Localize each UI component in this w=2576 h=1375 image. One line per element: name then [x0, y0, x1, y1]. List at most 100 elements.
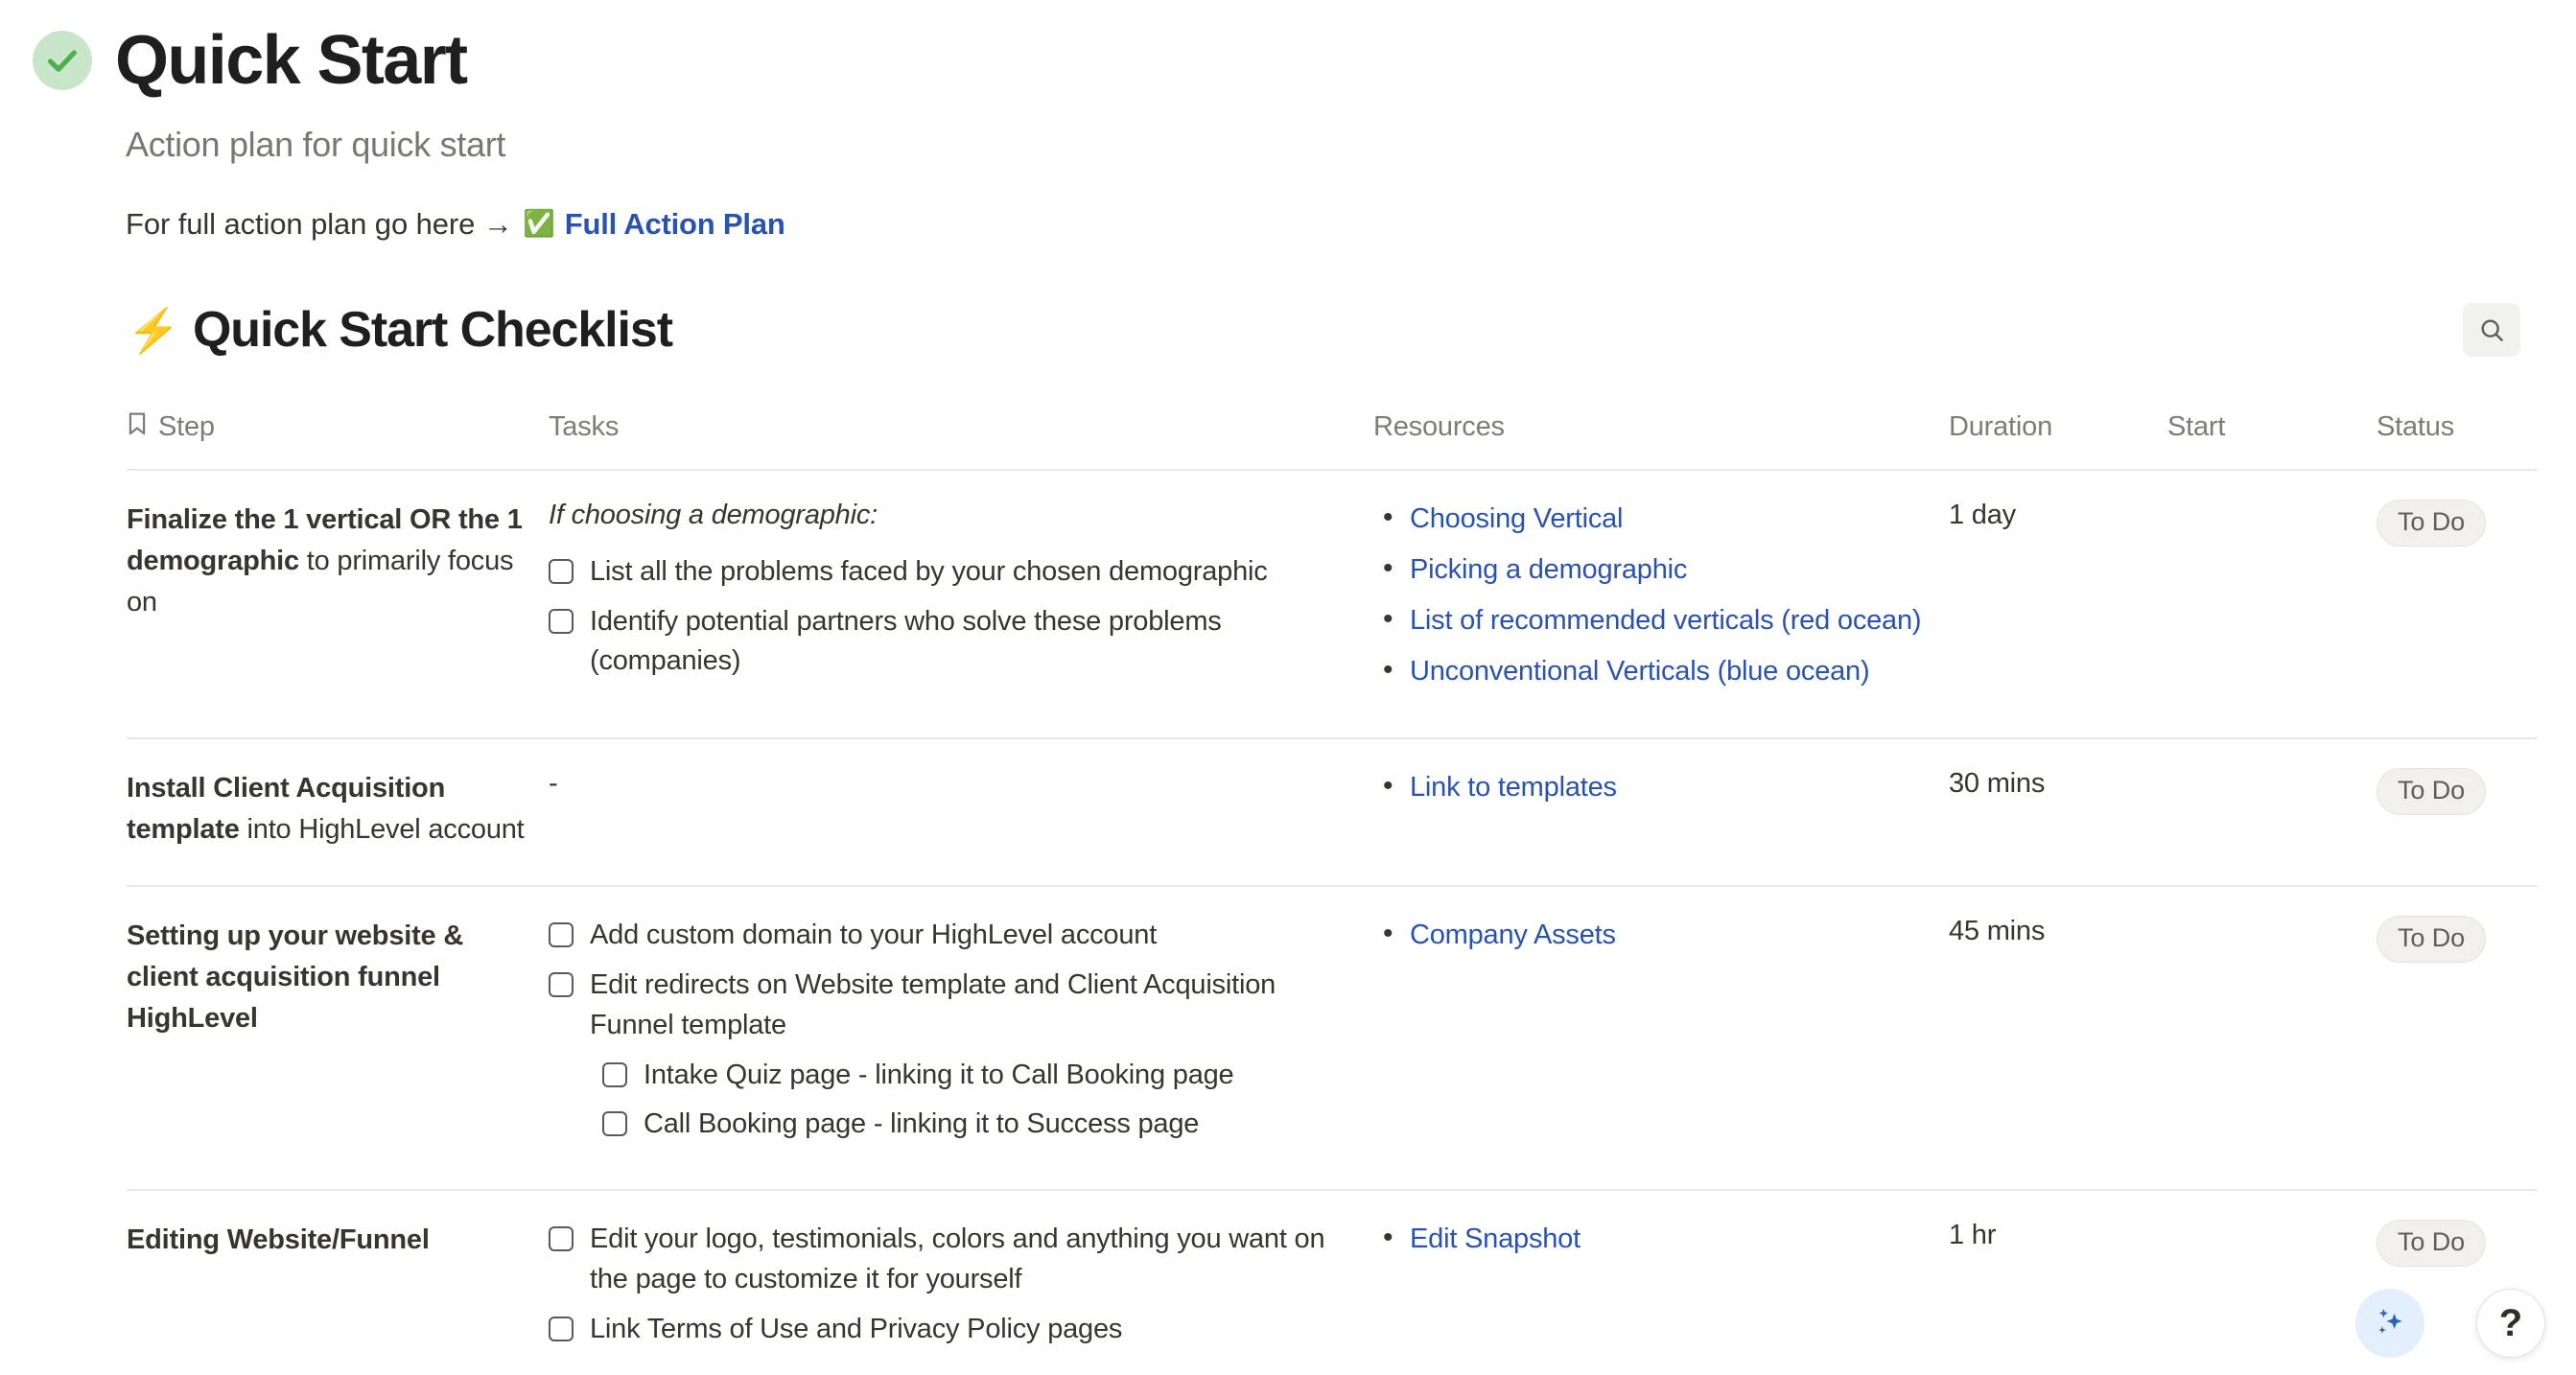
column-header-duration[interactable]: Duration — [1949, 398, 2167, 468]
task-item[interactable]: Add custom domain to your HighLevel acco… — [549, 916, 1354, 956]
task-item-sub[interactable]: Call Booking page - linking it to Succes… — [602, 1105, 1354, 1145]
resource-link[interactable]: Unconventional Verticals (blue ocean) — [1410, 656, 1870, 687]
page-title: Quick Start — [115, 22, 468, 99]
column-header-resources[interactable]: Resources — [1373, 398, 1949, 468]
cell-resources: Choosing Vertical Picking a demographic … — [1373, 471, 1949, 738]
cell-start — [2167, 887, 2377, 950]
resource-link[interactable]: Edit Snapshot — [1410, 1224, 1581, 1254]
page-header: Quick Start — [0, 0, 2576, 98]
column-header-start[interactable]: Start — [2167, 398, 2377, 468]
status-badge[interactable]: To Do — [2377, 499, 2487, 547]
cell-tasks: - — [549, 739, 1373, 834]
cell-step: Finalize the 1 vertical OR the 1 demogra… — [127, 471, 549, 658]
resource-link[interactable]: List of recommended verticals (red ocean… — [1410, 605, 1922, 636]
cell-status: To Do — [2377, 471, 2538, 581]
checkbox-unchecked-icon[interactable] — [549, 558, 574, 584]
cell-step: Setting up your website & client acquisi… — [127, 887, 549, 1074]
cell-status: To Do — [2377, 739, 2538, 850]
resource-link[interactable]: Choosing Vertical — [1410, 503, 1623, 534]
cell-start — [2167, 1191, 2377, 1254]
task-label: Call Booking page - linking it to Succes… — [644, 1108, 1200, 1140]
cell-resources: Edit Snapshot — [1373, 1191, 1949, 1305]
task-item[interactable]: Link Terms of Use and Privacy Policy pag… — [549, 1310, 1354, 1350]
cell-duration: 45 mins — [1949, 887, 2167, 982]
table-row[interactable]: Setting up your website & client acquisi… — [127, 887, 2538, 1192]
cell-start — [2167, 739, 2377, 803]
cell-tasks: Edit your logo, testimonials, colors and… — [549, 1191, 1373, 1375]
step-bold-text: Editing Website/Funnel — [127, 1224, 430, 1256]
resource-link[interactable]: Company Assets — [1410, 920, 1616, 950]
checkbox-unchecked-icon[interactable] — [549, 1316, 574, 1341]
list-item: Choosing Vertical — [1373, 498, 1930, 539]
task-item[interactable]: Identify potential partners who solve th… — [549, 602, 1354, 683]
cell-resources: Company Assets — [1373, 887, 1949, 1001]
status-badge[interactable]: To Do — [2377, 916, 2487, 964]
list-item: Link to templates — [1373, 766, 1930, 807]
step-bold-text: Setting up your website & client acquisi… — [127, 921, 464, 1035]
task-label: Edit redirects on Website template and C… — [590, 969, 1276, 1040]
column-header-status[interactable]: Status — [2377, 398, 2538, 468]
task-item[interactable]: List all the problems faced by your chos… — [549, 552, 1354, 593]
cell-duration: 30 mins — [1949, 739, 2167, 834]
column-header-tasks[interactable]: Tasks — [549, 398, 1373, 468]
cell-tasks: Add custom domain to your HighLevel acco… — [549, 887, 1373, 1189]
step-text: Setting up your website & client acquisi… — [127, 916, 529, 1039]
cell-duration: 1 day — [1949, 471, 2167, 566]
full-action-plan-line: For full action plan go here → ✅ Full Ac… — [126, 207, 2576, 242]
checkbox-unchecked-icon[interactable] — [549, 608, 574, 634]
cell-status: To Do — [2377, 887, 2538, 997]
list-item: Picking a demographic — [1373, 548, 1930, 590]
resource-link[interactable]: Picking a demographic — [1410, 554, 1687, 585]
task-label: Intake Quiz page - linking it to Call Bo… — [644, 1059, 1234, 1090]
green-check-circle-icon — [33, 31, 92, 90]
task-label: List all the problems faced by your chos… — [590, 555, 1268, 587]
checkbox-unchecked-icon[interactable] — [602, 1061, 627, 1087]
step-rest-text: into HighLevel account — [239, 814, 525, 846]
cell-step: Editing Website/Funnel — [127, 1191, 549, 1295]
duration-value: 1 hr — [1949, 1220, 1997, 1251]
column-header-status-label: Status — [2377, 410, 2455, 442]
table-row[interactable]: Finalize the 1 vertical OR the 1 demogra… — [127, 471, 2538, 740]
task-label: Add custom domain to your HighLevel acco… — [590, 920, 1158, 951]
resource-list: Company Assets — [1373, 914, 1930, 955]
sparkles-icon[interactable] — [2355, 1289, 2424, 1358]
task-label: Edit your logo, testimonials, colors and… — [590, 1224, 1325, 1294]
checklist-table: Step Tasks Resources Duration Start Stat… — [127, 398, 2538, 1375]
list-item: Unconventional Verticals (blue ocean) — [1373, 650, 1930, 691]
task-label: Link Terms of Use and Privacy Policy pag… — [590, 1313, 1123, 1344]
list-item: List of recommended verticals (red ocean… — [1373, 599, 1930, 641]
task-label: Identify potential partners who solve th… — [590, 605, 1222, 677]
checkbox-unchecked-icon[interactable] — [549, 922, 574, 948]
check-mark-emoji-icon: ✅ — [523, 209, 555, 239]
full-plan-prefix-text: For full action plan go here → — [126, 206, 522, 241]
duration-value: 45 mins — [1949, 916, 2046, 947]
status-badge[interactable]: To Do — [2377, 1220, 2487, 1268]
page-subtitle: Action plan for quick start — [126, 124, 506, 164]
help-button[interactable]: ? — [2476, 1289, 2545, 1358]
quick-start-checklist-block: ⚡ Quick Start Checklist Step Tasks Resou… — [0, 301, 2576, 1375]
checklist-header: ⚡ Quick Start Checklist — [127, 301, 2538, 358]
column-header-step[interactable]: Step — [127, 398, 549, 469]
column-header-tasks-label: Tasks — [549, 410, 620, 442]
checkbox-unchecked-icon[interactable] — [549, 1226, 574, 1252]
checkbox-unchecked-icon[interactable] — [549, 972, 574, 998]
cell-step: Install Client Acquisition template into… — [127, 739, 549, 885]
task-item[interactable]: Edit your logo, testimonials, colors and… — [549, 1220, 1354, 1300]
table-row[interactable]: Editing Website/Funnel Edit your logo, t… — [127, 1191, 2538, 1375]
full-action-plan-link[interactable]: Full Action Plan — [565, 207, 785, 242]
resource-link[interactable]: Link to templates — [1410, 772, 1617, 803]
step-text: Install Client Acquisition template into… — [127, 768, 529, 851]
cell-start — [2167, 471, 2377, 534]
status-badge[interactable]: To Do — [2377, 768, 2487, 816]
task-item-sub[interactable]: Intake Quiz page - linking it to Call Bo… — [602, 1056, 1354, 1096]
task-item[interactable]: Edit redirects on Website template and C… — [549, 966, 1354, 1046]
resource-list: Choosing Vertical Picking a demographic … — [1373, 498, 1930, 692]
resource-list: Link to templates — [1373, 766, 1930, 807]
column-header-step-label: Step — [158, 411, 215, 443]
table-row[interactable]: Install Client Acquisition template into… — [127, 739, 2538, 888]
tasks-dash: - — [549, 768, 558, 800]
notion-page: Quick Start Action plan for quick start … — [0, 0, 2576, 1375]
search-icon[interactable] — [2463, 303, 2520, 358]
checklist-title-text: Quick Start Checklist — [192, 301, 673, 358]
checkbox-unchecked-icon[interactable] — [602, 1111, 627, 1137]
